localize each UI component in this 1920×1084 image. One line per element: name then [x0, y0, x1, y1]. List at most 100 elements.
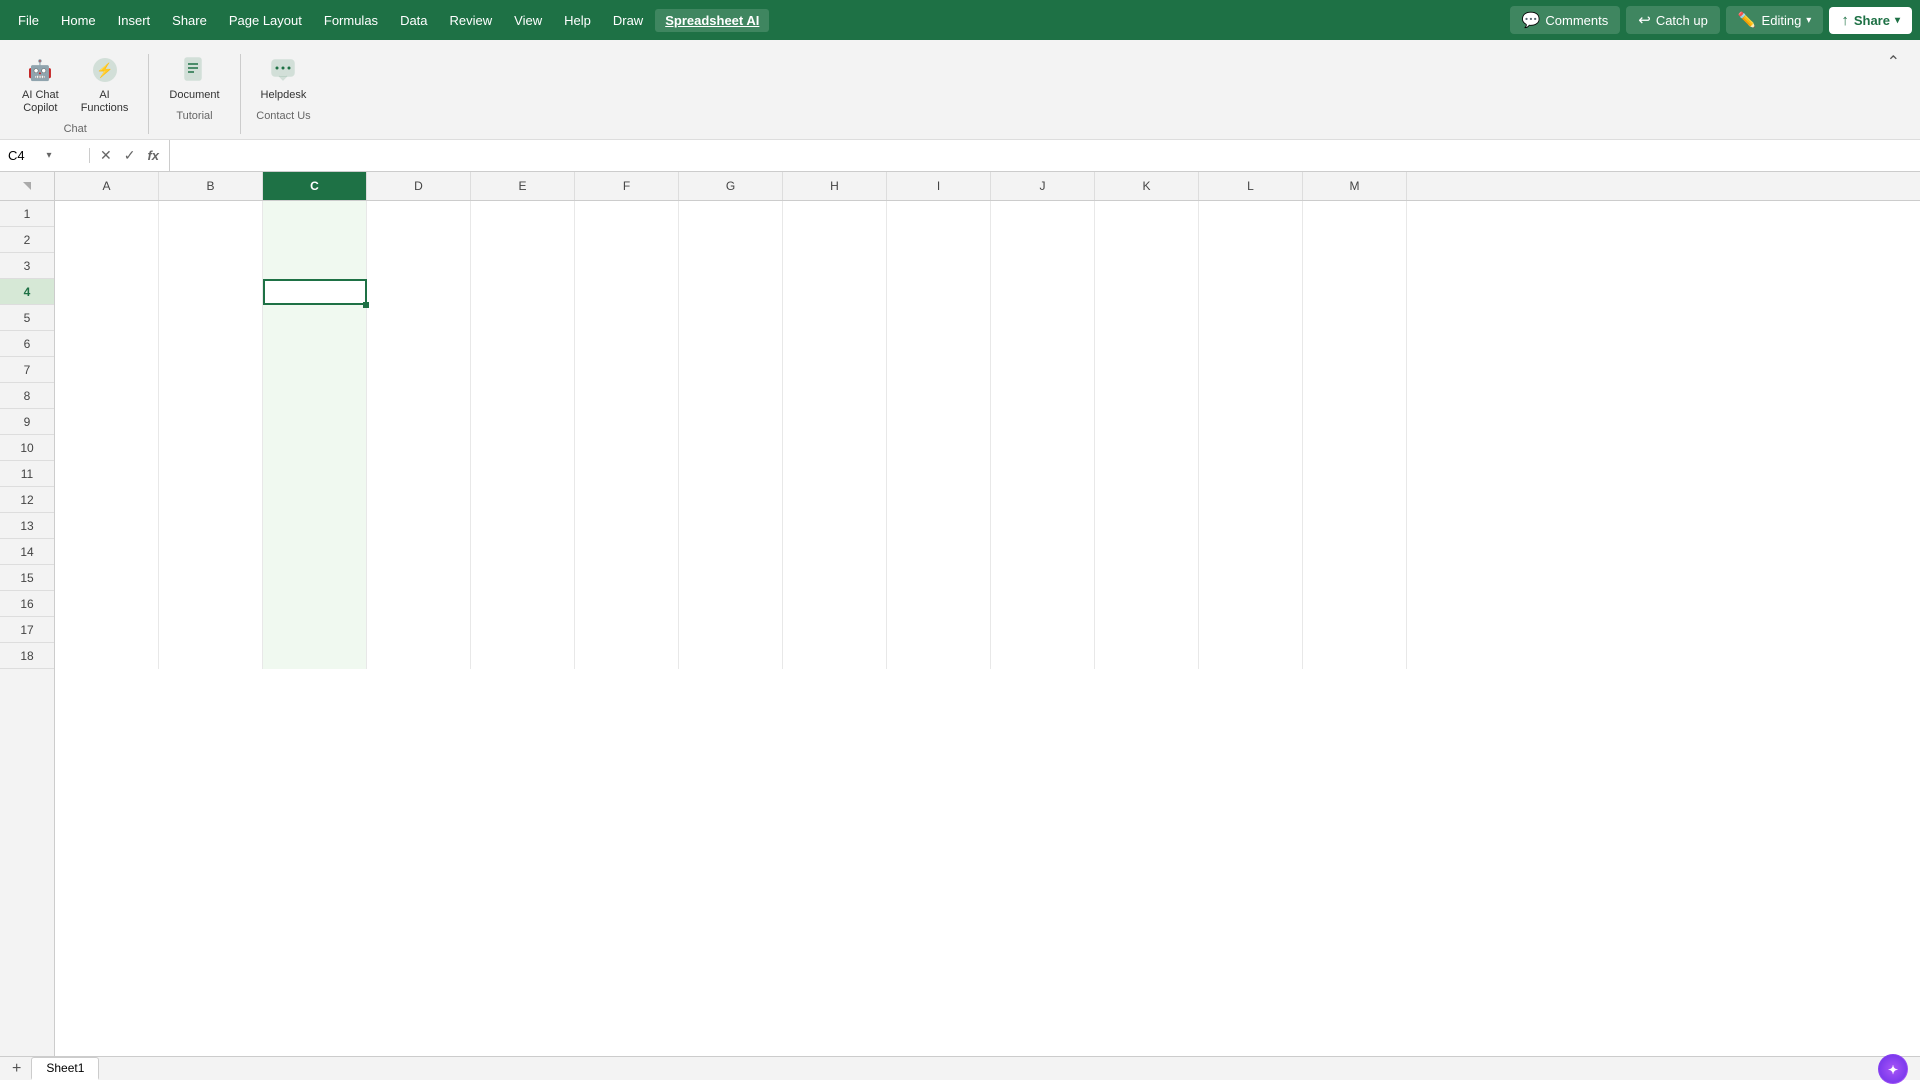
cell-C3[interactable]: [263, 253, 367, 279]
formula-confirm-button[interactable]: ✓: [120, 145, 140, 166]
cell-J2[interactable]: [991, 227, 1095, 253]
cell-K17[interactable]: [1095, 617, 1199, 643]
cell-E10[interactable]: [471, 435, 575, 461]
cell-B1[interactable]: [159, 201, 263, 227]
cell-D12[interactable]: [367, 487, 471, 513]
cell-C6[interactable]: [263, 331, 367, 357]
row-number-18[interactable]: 18: [0, 643, 54, 669]
cell-E11[interactable]: [471, 461, 575, 487]
cell-I2[interactable]: [887, 227, 991, 253]
cell-I13[interactable]: [887, 513, 991, 539]
row-number-6[interactable]: 6: [0, 331, 54, 357]
cell-G7[interactable]: [679, 357, 783, 383]
cell-L1[interactable]: [1199, 201, 1303, 227]
menu-item-home[interactable]: Home: [51, 9, 106, 32]
cell-L11[interactable]: [1199, 461, 1303, 487]
cell-H16[interactable]: [783, 591, 887, 617]
cell-H12[interactable]: [783, 487, 887, 513]
cell-K15[interactable]: [1095, 565, 1199, 591]
cell-G8[interactable]: [679, 383, 783, 409]
cell-H15[interactable]: [783, 565, 887, 591]
cell-L12[interactable]: [1199, 487, 1303, 513]
cell-F8[interactable]: [575, 383, 679, 409]
cell-B10[interactable]: [159, 435, 263, 461]
cell-M16[interactable]: [1303, 591, 1407, 617]
cell-K12[interactable]: [1095, 487, 1199, 513]
col-header-G[interactable]: G: [679, 172, 783, 200]
menu-item-help[interactable]: Help: [554, 9, 601, 32]
row-number-14[interactable]: 14: [0, 539, 54, 565]
cell-J1[interactable]: [991, 201, 1095, 227]
col-header-K[interactable]: K: [1095, 172, 1199, 200]
cell-A11[interactable]: [55, 461, 159, 487]
cell-H3[interactable]: [783, 253, 887, 279]
row-number-11[interactable]: 11: [0, 461, 54, 487]
cell-L4[interactable]: [1199, 279, 1303, 305]
cell-K10[interactable]: [1095, 435, 1199, 461]
cell-H9[interactable]: [783, 409, 887, 435]
cell-A10[interactable]: [55, 435, 159, 461]
cell-C11[interactable]: [263, 461, 367, 487]
cell-C13[interactable]: [263, 513, 367, 539]
cell-E2[interactable]: [471, 227, 575, 253]
cell-B18[interactable]: [159, 643, 263, 669]
cell-C4[interactable]: [263, 279, 367, 305]
formula-function-button[interactable]: fx: [143, 146, 163, 165]
cell-E8[interactable]: [471, 383, 575, 409]
cell-K6[interactable]: [1095, 331, 1199, 357]
menu-item-view[interactable]: View: [504, 9, 552, 32]
cell-F16[interactable]: [575, 591, 679, 617]
cell-F2[interactable]: [575, 227, 679, 253]
formula-cancel-button[interactable]: ✕: [96, 145, 116, 166]
cell-D4[interactable]: [367, 279, 471, 305]
cell-D10[interactable]: [367, 435, 471, 461]
cell-I11[interactable]: [887, 461, 991, 487]
cell-G11[interactable]: [679, 461, 783, 487]
col-header-M[interactable]: M: [1303, 172, 1407, 200]
cell-M8[interactable]: [1303, 383, 1407, 409]
cell-C16[interactable]: [263, 591, 367, 617]
cell-A5[interactable]: [55, 305, 159, 331]
formula-input[interactable]: [170, 148, 1920, 163]
cell-K13[interactable]: [1095, 513, 1199, 539]
cell-D2[interactable]: [367, 227, 471, 253]
cell-M5[interactable]: [1303, 305, 1407, 331]
cell-K8[interactable]: [1095, 383, 1199, 409]
cell-F3[interactable]: [575, 253, 679, 279]
cell-M7[interactable]: [1303, 357, 1407, 383]
cell-H8[interactable]: [783, 383, 887, 409]
cell-J16[interactable]: [991, 591, 1095, 617]
cell-D9[interactable]: [367, 409, 471, 435]
cell-K7[interactable]: [1095, 357, 1199, 383]
cell-D18[interactable]: [367, 643, 471, 669]
cell-G2[interactable]: [679, 227, 783, 253]
corner-cell[interactable]: [0, 172, 55, 200]
cell-E15[interactable]: [471, 565, 575, 591]
cell-B2[interactable]: [159, 227, 263, 253]
cell-H17[interactable]: [783, 617, 887, 643]
cell-M4[interactable]: [1303, 279, 1407, 305]
cell-A16[interactable]: [55, 591, 159, 617]
col-header-C[interactable]: C: [263, 172, 367, 200]
cell-C12[interactable]: [263, 487, 367, 513]
cell-D7[interactable]: [367, 357, 471, 383]
cell-C5[interactable]: [263, 305, 367, 331]
cell-B14[interactable]: [159, 539, 263, 565]
cell-I1[interactable]: [887, 201, 991, 227]
cell-M13[interactable]: [1303, 513, 1407, 539]
cell-H6[interactable]: [783, 331, 887, 357]
cell-H13[interactable]: [783, 513, 887, 539]
col-header-J[interactable]: J: [991, 172, 1095, 200]
cell-L16[interactable]: [1199, 591, 1303, 617]
cell-J10[interactable]: [991, 435, 1095, 461]
col-header-B[interactable]: B: [159, 172, 263, 200]
cell-G1[interactable]: [679, 201, 783, 227]
cell-E17[interactable]: [471, 617, 575, 643]
cell-J11[interactable]: [991, 461, 1095, 487]
cell-F6[interactable]: [575, 331, 679, 357]
cell-L10[interactable]: [1199, 435, 1303, 461]
cell-E4[interactable]: [471, 279, 575, 305]
cell-G14[interactable]: [679, 539, 783, 565]
cell-C15[interactable]: [263, 565, 367, 591]
cell-D6[interactable]: [367, 331, 471, 357]
